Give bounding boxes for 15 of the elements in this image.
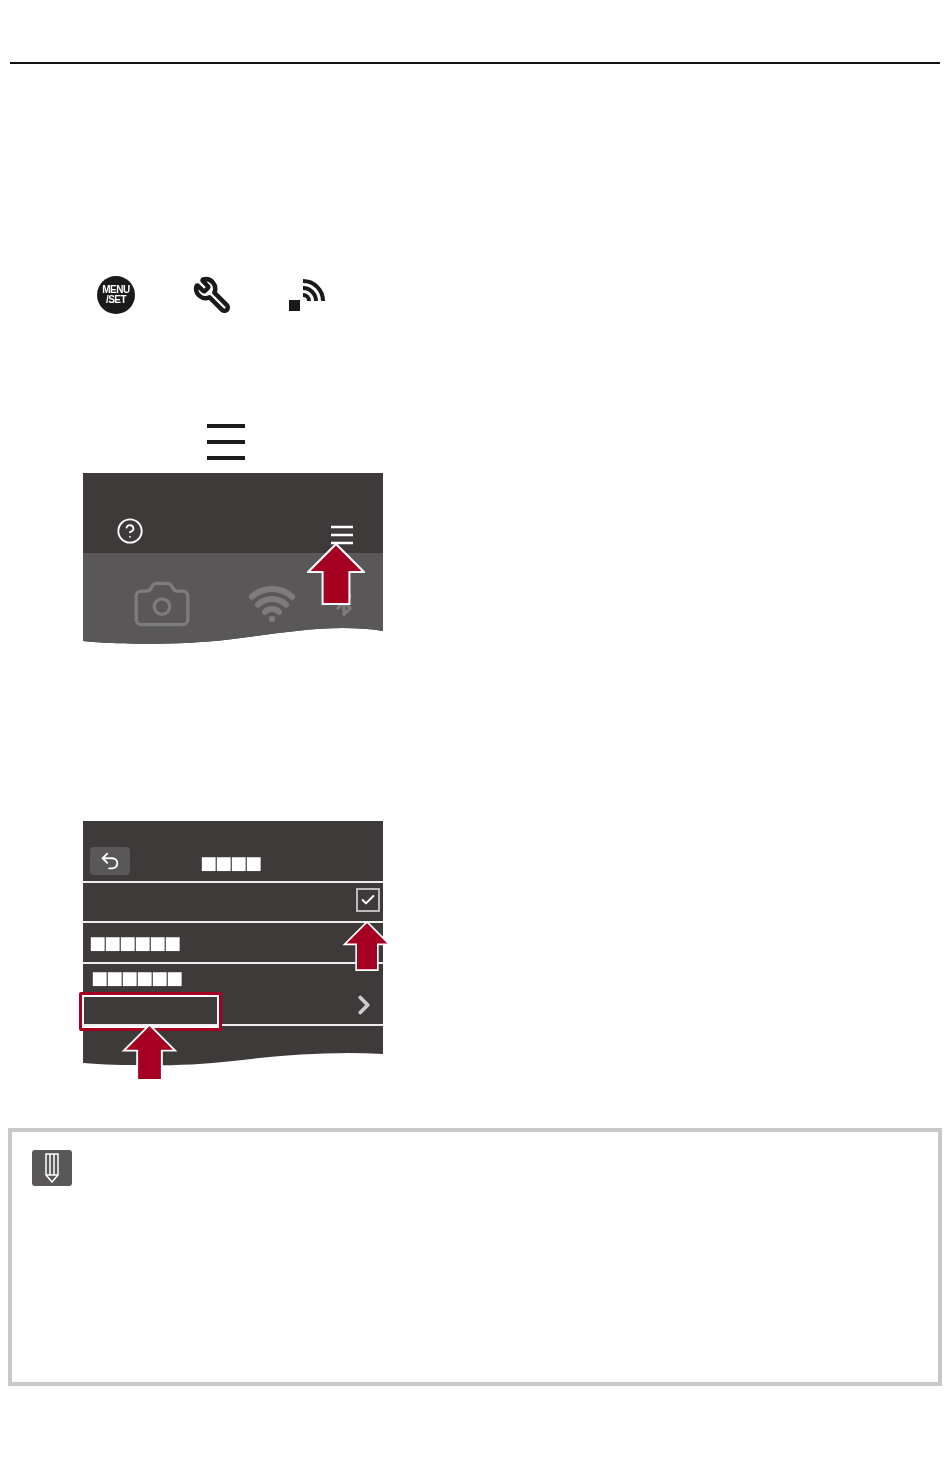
wrench-icon bbox=[193, 276, 231, 314]
menu-icon[interactable] bbox=[331, 525, 353, 545]
help-icon[interactable] bbox=[116, 517, 144, 545]
wireless-icon bbox=[289, 278, 325, 312]
menu-item-label: ■■■■■■ bbox=[89, 932, 180, 953]
menu-set-button-icon: MENU /SET bbox=[97, 276, 135, 314]
checkbox[interactable] bbox=[356, 888, 380, 912]
arrow-icon bbox=[307, 543, 365, 605]
screen-title: ■■■■ bbox=[200, 851, 261, 873]
arrow-icon bbox=[121, 1024, 178, 1081]
menu-icon bbox=[207, 424, 245, 460]
menu-item-label: ■■■■■■ bbox=[91, 967, 182, 990]
pencil-icon bbox=[32, 1150, 72, 1186]
back-button[interactable] bbox=[90, 847, 130, 875]
back-icon bbox=[99, 850, 121, 872]
